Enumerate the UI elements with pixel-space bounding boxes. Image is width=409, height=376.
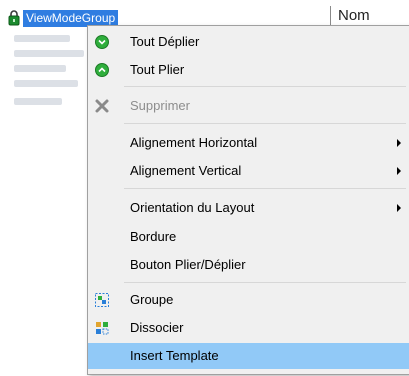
menu-item-label: Alignement Horizontal bbox=[130, 135, 258, 150]
tree-child-row bbox=[14, 80, 78, 87]
submenu-arrow-icon bbox=[397, 167, 401, 175]
column-header-nom[interactable]: Nom bbox=[338, 7, 370, 24]
menu-item-layout-orientation[interactable]: Orientation du Layout bbox=[88, 195, 409, 221]
menu-separator bbox=[124, 123, 406, 124]
menu-item-label: Alignement Vertical bbox=[130, 163, 242, 178]
menu-item-label: Tout Déplier bbox=[130, 34, 200, 49]
menu-item-collapse-button[interactable]: Bouton Plier/Déplier bbox=[88, 252, 409, 278]
lock-icon bbox=[8, 10, 20, 26]
menu-item-label: Tout Plier bbox=[130, 62, 185, 77]
menu-item-label: Bordure bbox=[130, 229, 177, 244]
menu-separator bbox=[124, 188, 406, 189]
menu-item-collapse-all[interactable]: Tout Plier bbox=[88, 57, 409, 83]
delete-icon bbox=[95, 99, 109, 113]
menu-item-delete[interactable]: Supprimer bbox=[88, 93, 409, 119]
menu-item-expand-all[interactable]: Tout Déplier bbox=[88, 29, 409, 55]
tree-child-row bbox=[14, 35, 70, 42]
menu-item-ungroup[interactable]: Dissocier bbox=[88, 315, 409, 341]
menu-item-vertical-alignment[interactable]: Alignement Vertical bbox=[88, 158, 409, 184]
tree-node-label: ViewModeGroup bbox=[23, 9, 119, 27]
menu-item-label: Orientation du Layout bbox=[130, 200, 255, 215]
submenu-arrow-icon bbox=[397, 204, 401, 212]
menu-item-label: Insert Template bbox=[130, 348, 219, 363]
collapse-all-icon bbox=[95, 63, 109, 77]
context-menu: Tout Déplier Tout Plier Supprimer Aligne… bbox=[87, 25, 409, 375]
group-icon bbox=[95, 293, 109, 307]
menu-item-label: Groupe bbox=[130, 292, 174, 307]
menu-separator bbox=[124, 282, 406, 283]
menu-item-horizontal-alignment[interactable]: Alignement Horizontal bbox=[88, 130, 409, 156]
submenu-arrow-icon bbox=[397, 139, 401, 147]
menu-separator bbox=[124, 86, 406, 87]
menu-item-insert-template[interactable]: Insert Template bbox=[88, 343, 409, 369]
menu-item-group[interactable]: Groupe bbox=[88, 287, 409, 313]
menu-item-border[interactable]: Bordure bbox=[88, 224, 409, 250]
tree-child-row bbox=[14, 65, 66, 72]
tree-child-row bbox=[14, 98, 62, 105]
menu-item-label: Bouton Plier/Déplier bbox=[130, 257, 246, 272]
expand-all-icon bbox=[95, 35, 109, 49]
ungroup-icon bbox=[96, 322, 109, 335]
menu-item-label: Dissocier bbox=[130, 320, 184, 335]
menu-item-label: Supprimer bbox=[130, 98, 190, 113]
tree-child-row bbox=[14, 50, 84, 57]
